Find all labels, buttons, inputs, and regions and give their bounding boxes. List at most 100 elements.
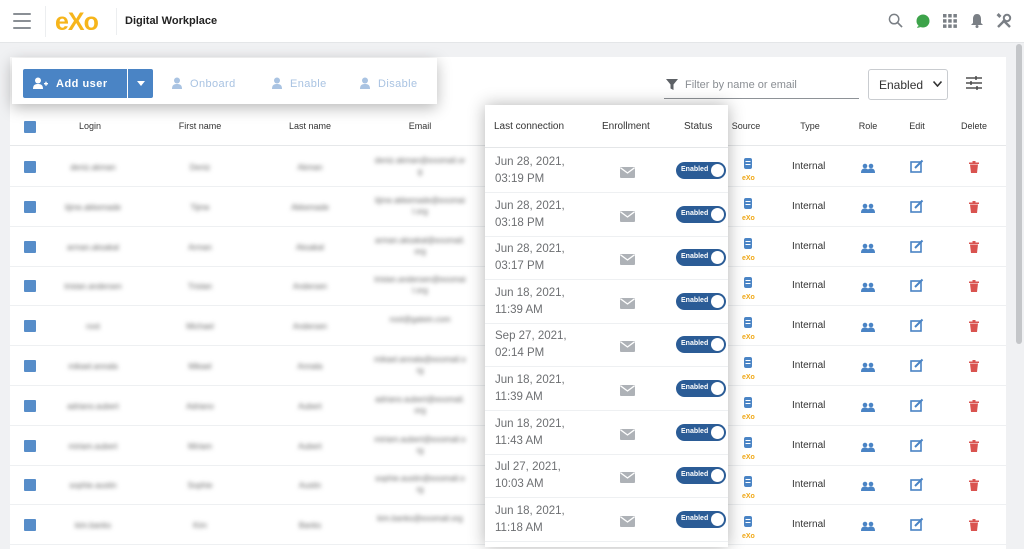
status-select[interactable]: Enabled: [868, 69, 948, 100]
status-toggle-label: Enabled: [681, 514, 709, 522]
edit-icon[interactable]: [910, 517, 924, 536]
edit-icon[interactable]: [910, 477, 924, 496]
role-icon[interactable]: [861, 440, 875, 458]
enrollment-email-icon[interactable]: [620, 427, 635, 445]
edit-icon[interactable]: [910, 398, 924, 417]
status-toggle-label: Enabled: [681, 384, 709, 391]
column-header-last-connection[interactable]: Last connection: [494, 121, 564, 132]
apps-grid-icon[interactable]: [941, 12, 958, 29]
row-checkbox[interactable]: [24, 479, 36, 492]
row-checkbox[interactable]: [24, 399, 36, 412]
status-toggle[interactable]: Enabled: [676, 336, 726, 354]
row-checkbox[interactable]: [24, 280, 36, 293]
enable-button[interactable]: Enable: [272, 77, 327, 90]
first-name-cell: Adriano: [186, 401, 214, 411]
last-connection-cell: Jul 27, 2021, 10:03 AM: [495, 459, 561, 493]
last-connection-time: 03:17 PM: [495, 260, 545, 273]
last-connection-cell: Jun 18, 2021, 11:43 AM: [495, 416, 565, 450]
row-checkbox[interactable]: [24, 320, 36, 333]
status-toggle[interactable]: Enabled: [676, 162, 726, 179]
enrollment-email-icon[interactable]: [620, 514, 635, 532]
delete-icon[interactable]: [969, 478, 979, 496]
role-icon[interactable]: [861, 161, 875, 179]
status-toggle[interactable]: Enabled: [676, 467, 726, 485]
status-toggle[interactable]: Enabled: [676, 510, 726, 528]
last-connection-cell: Jun 28, 2021, 03:18 PM: [495, 198, 565, 232]
enrollment-email-icon[interactable]: [620, 252, 635, 270]
delete-icon[interactable]: [969, 160, 979, 178]
row-checkbox[interactable]: [24, 439, 36, 452]
last-name-cell: Aubert: [298, 441, 322, 451]
column-header-login[interactable]: Login: [50, 121, 130, 131]
row-checkbox[interactable]: [24, 161, 36, 173]
delete-icon[interactable]: [969, 279, 979, 297]
column-header-last-name[interactable]: Last name: [270, 121, 350, 131]
role-icon[interactable]: [861, 241, 875, 259]
delete-icon[interactable]: [969, 319, 979, 337]
type-cell: Internal: [792, 399, 826, 411]
column-settings-icon[interactable]: [966, 76, 982, 95]
role-icon[interactable]: [861, 479, 875, 497]
column-header-first-name[interactable]: First name: [160, 121, 240, 131]
status-toggle[interactable]: Enabled: [676, 380, 726, 397]
edit-icon[interactable]: [910, 318, 924, 337]
select-all-checkbox[interactable]: [24, 121, 36, 133]
source-cell: eXo: [742, 315, 755, 342]
edit-icon[interactable]: [910, 199, 924, 218]
status-toggle[interactable]: Enabled: [676, 249, 726, 267]
role-icon[interactable]: [861, 320, 875, 338]
role-icon[interactable]: [861, 400, 875, 418]
divider: [116, 8, 117, 35]
role-icon[interactable]: [861, 360, 875, 378]
admin-tools-icon[interactable]: [995, 12, 1012, 29]
bell-icon[interactable]: [968, 12, 985, 29]
delete-icon[interactable]: [969, 240, 979, 258]
onboard-button[interactable]: Onboard: [172, 77, 236, 90]
edit-icon[interactable]: [910, 159, 924, 178]
delete-icon[interactable]: [969, 200, 979, 218]
enrollment-email-icon[interactable]: [620, 339, 635, 357]
delete-icon[interactable]: [969, 399, 979, 417]
enrollment-email-icon[interactable]: [620, 165, 635, 183]
email-cell: deniz.akman@exomail.org: [374, 156, 466, 176]
status-toggle[interactable]: Enabled: [676, 292, 726, 310]
row-checkbox[interactable]: [24, 200, 36, 213]
disable-button[interactable]: Disable: [360, 77, 418, 90]
enrollment-email-icon[interactable]: [620, 209, 635, 227]
search-icon[interactable]: [887, 12, 904, 29]
add-user-button[interactable]: Add user: [23, 69, 127, 98]
add-user-dropdown-button[interactable]: [128, 69, 153, 98]
top-bar: eXo Digital Workplace: [0, 0, 1024, 43]
enrollment-email-icon[interactable]: [620, 383, 635, 401]
last-name-cell: Andersen: [292, 282, 328, 292]
edit-icon[interactable]: [910, 358, 924, 377]
company-logo[interactable]: eXo: [55, 8, 99, 36]
filter-placeholder: Filter by name or email: [685, 79, 797, 91]
enrollment-email-icon[interactable]: [620, 470, 635, 488]
column-header-email[interactable]: Email: [380, 121, 460, 131]
edit-icon[interactable]: [910, 239, 924, 258]
role-icon[interactable]: [861, 201, 875, 219]
delete-icon[interactable]: [969, 439, 979, 457]
delete-icon[interactable]: [969, 518, 979, 536]
hamburger-menu-icon[interactable]: [13, 13, 31, 29]
edit-icon[interactable]: [910, 278, 924, 297]
last-connection-time: 02:14 PM: [495, 347, 545, 360]
source-cell: eXo: [742, 236, 755, 263]
login-cell: arman.aksakal: [66, 242, 120, 252]
delete-icon[interactable]: [969, 359, 979, 377]
role-icon[interactable]: [861, 280, 875, 298]
row-checkbox[interactable]: [24, 519, 36, 532]
edit-icon[interactable]: [910, 438, 924, 457]
role-icon[interactable]: [861, 519, 875, 537]
status-toggle[interactable]: Enabled: [676, 423, 726, 441]
enrollment-email-icon[interactable]: [620, 296, 635, 314]
row-checkbox[interactable]: [24, 360, 36, 372]
row-checkbox[interactable]: [24, 240, 36, 253]
filter-input[interactable]: Filter by name or email: [664, 72, 859, 99]
status-toggle[interactable]: Enabled: [676, 205, 726, 223]
last-connection-time: 03:19 PM: [495, 173, 545, 185]
last-connection-date: Jul 27, 2021,: [495, 461, 561, 474]
page-scrollbar[interactable]: [1016, 44, 1022, 344]
chat-icon[interactable]: [914, 12, 931, 29]
